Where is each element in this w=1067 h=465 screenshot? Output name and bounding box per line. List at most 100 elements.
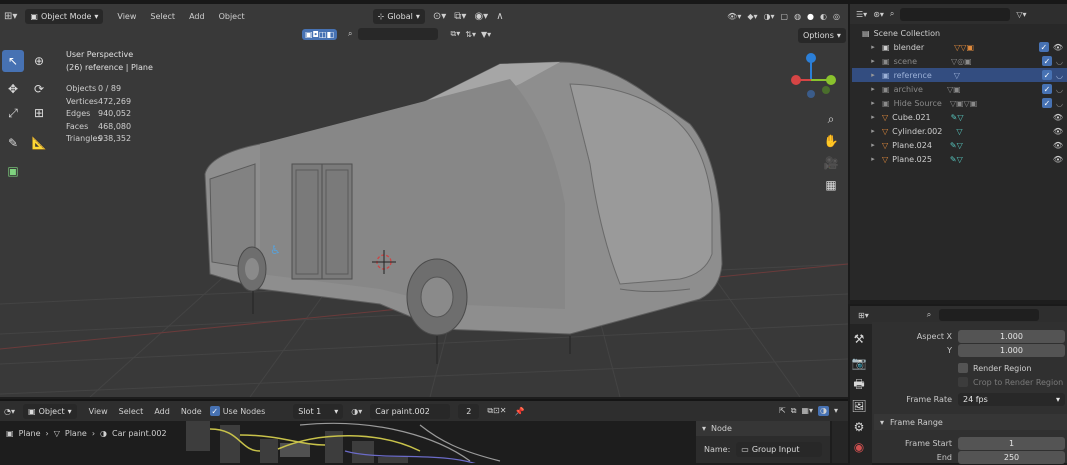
editor-type-icon[interactable]: ☰▾ <box>856 10 867 19</box>
orientation-dropdown[interactable]: ⊹ Global ▾ <box>372 8 425 24</box>
editor-type-icon[interactable]: ⊞▾ <box>4 11 17 22</box>
aspect-y-field[interactable]: 1.000 <box>958 344 1065 357</box>
eye-hidden-icon[interactable]: ◡ <box>1056 85 1063 94</box>
menu-view[interactable]: View <box>89 407 108 416</box>
collection-checkbox[interactable]: ✓ <box>1042 84 1053 94</box>
menu-select[interactable]: Select <box>119 407 144 416</box>
material-users-count[interactable]: 2 <box>458 403 480 419</box>
move-tool[interactable]: ✥ <box>2 78 24 100</box>
outliner-item-archive[interactable]: ▸ ▣ archive ▽▣ ✓ ◡ <box>852 82 1067 96</box>
collection-checkbox[interactable]: ✓ <box>1042 56 1053 66</box>
expand-icon[interactable]: ▸ <box>868 141 878 149</box>
menu-object[interactable]: Object <box>219 12 245 21</box>
expand-icon[interactable]: ▸ <box>868 127 878 135</box>
transform-tool[interactable]: ⊞ <box>28 102 50 124</box>
viewport-search-input[interactable] <box>357 28 438 40</box>
eye-hidden-icon[interactable]: ◡ <box>1056 71 1063 80</box>
node-graph[interactable] <box>180 421 680 463</box>
collection-checkbox[interactable]: ✓ <box>1042 98 1053 108</box>
expand-icon[interactable]: ▸ <box>868 71 878 79</box>
select-box-tool[interactable]: ↖ <box>2 50 24 72</box>
aspect-x-field[interactable]: 1.000 <box>958 330 1065 343</box>
snap-icon[interactable]: ⧉▾ <box>454 11 466 22</box>
grid-view-icon[interactable]: ▦ <box>820 174 842 196</box>
menu-add[interactable]: Add <box>154 407 170 416</box>
shading-solid-icon[interactable]: ● <box>807 12 814 21</box>
gizmo-icon[interactable]: ◆▾ <box>747 12 757 21</box>
outliner-item-scene[interactable]: ▸ ▣ scene ▽◎▣ ✓ ◡ <box>852 54 1067 68</box>
outliner-item-blender[interactable]: ▸ ▣ blender ▽▽▣ ✓ 👁 <box>852 40 1067 54</box>
material-browse-icon[interactable]: ◑▾ <box>351 407 362 416</box>
rotate-tool[interactable]: ⟳ <box>28 78 50 100</box>
add-cube-tool[interactable]: ▣ <box>2 160 24 182</box>
output-tab-icon[interactable]: 🖶 <box>850 376 868 394</box>
render-region-check[interactable] <box>958 363 968 373</box>
eye-icon[interactable]: 👁 <box>1053 141 1063 150</box>
frame-range-panel-header[interactable]: ▾ Frame Range <box>874 414 1067 430</box>
xray-icon[interactable]: ▢ <box>781 12 789 21</box>
outliner-item-plane-025[interactable]: ▸ ▽ Plane.025 ✎▽ 👁 <box>852 152 1067 166</box>
use-nodes-toggle[interactable]: ✓ Use Nodes <box>209 406 265 416</box>
shader-type-dropdown[interactable]: ▣ Object ▾ <box>23 403 77 419</box>
display-mode-icon[interactable]: ⊛▾ <box>873 10 884 19</box>
measure-tool[interactable]: 📐 <box>28 132 50 154</box>
menu-node[interactable]: Node <box>181 407 202 416</box>
menu-view[interactable]: View <box>117 12 136 21</box>
view-layer-tab-icon[interactable]: 🖼 <box>850 397 868 415</box>
outliner-item-plane-024[interactable]: ▸ ▽ Plane.024 ✎▽ 👁 <box>852 138 1067 152</box>
frame-start-field[interactable]: 1 <box>958 437 1065 450</box>
eye-icon[interactable]: 👁 <box>1053 155 1063 164</box>
options-dropdown[interactable]: Options ▾ <box>798 28 846 43</box>
proportional-edit-icon[interactable]: ◉▾ <box>474 11 488 22</box>
eye-icon[interactable]: 👁 <box>1053 113 1063 122</box>
crop-region-check[interactable] <box>958 377 968 387</box>
expand-icon[interactable]: ▸ <box>868 99 878 107</box>
outliner-item-reference[interactable]: ▸ ▣ reference ▽ ✓ ◡ <box>852 68 1067 82</box>
eye-icon[interactable]: 👁 <box>1053 127 1063 136</box>
shading-wire-icon[interactable]: ◍ <box>794 12 801 21</box>
tool-tab-icon[interactable]: ⚒ <box>850 330 868 348</box>
navigation-gizmo[interactable] <box>786 50 842 106</box>
eye-icon[interactable]: 👁 <box>1053 43 1063 52</box>
zoom-icon[interactable]: ⌕ <box>820 108 842 130</box>
expand-icon[interactable]: ▸ <box>868 113 878 121</box>
pin-icon[interactable]: 📌 <box>514 407 524 416</box>
properties-search-input[interactable] <box>939 309 1040 321</box>
expand-icon[interactable]: ▸ <box>868 57 878 65</box>
render-tab-icon[interactable]: 📷 <box>850 354 868 372</box>
sort-icon[interactable]: ⇅▾ <box>465 30 476 39</box>
menu-add[interactable]: Add <box>189 12 205 21</box>
node-panel-header[interactable]: ▾ Node <box>696 421 830 436</box>
expand-icon[interactable]: ▸ <box>868 155 878 163</box>
filter-icon[interactable]: ▽▾ <box>1016 10 1026 19</box>
node-name-field[interactable]: ▭ Group Input <box>736 442 823 457</box>
material-actions-icons[interactable]: ⧉⊡✕ <box>487 406 506 416</box>
editor-type-icon[interactable]: ◔▾ <box>4 407 15 416</box>
parent-node-icon[interactable]: ⇱ <box>779 406 786 416</box>
falloff-icon[interactable]: ∧ <box>496 11 503 22</box>
frame-rate-dropdown[interactable]: 24 fps ▾ <box>958 393 1065 406</box>
outliner-item-cube[interactable]: ▸ ▽ Cube.021 ✎▽ 👁 <box>852 110 1067 124</box>
shading-render-icon[interactable]: ◎ <box>833 12 840 21</box>
backdrop-icon[interactable]: ▦▾ <box>801 406 813 416</box>
3d-viewport[interactable]: ♿ ⊞▾ ▣ Object Mode ▾ View Select Add Objec… <box>0 4 848 397</box>
layers-icon[interactable]: ⧉▾ <box>451 29 461 39</box>
frame-end-field[interactable]: 250 <box>958 451 1065 464</box>
shader-editor[interactable]: ◔▾ ▣ Object ▾ View Select Add Node ✓ Use No… <box>0 399 848 463</box>
slot-dropdown[interactable]: Slot 1 ▾ <box>293 403 344 419</box>
outliner-item-cylinder[interactable]: ▸ ▽ Cylinder.002 ▽ 👁 <box>852 124 1067 138</box>
editor-type-icon[interactable]: ⊞▾ <box>858 311 869 320</box>
overlay-icon[interactable]: ◑▾ <box>764 12 775 21</box>
scale-tool[interactable]: ⤢ <box>2 102 24 124</box>
eye-hidden-icon[interactable]: ◡ <box>1056 99 1063 108</box>
pan-hand-icon[interactable]: ✋ <box>820 130 842 152</box>
material-name-field[interactable]: Car paint.002 <box>370 403 451 419</box>
world-tab-icon[interactable]: ◉ <box>850 438 868 456</box>
expand-icon[interactable]: ▸ <box>868 85 878 93</box>
collection-checkbox[interactable]: ✓ <box>1038 42 1049 52</box>
filter-icon[interactable]: ▼▾ <box>481 30 491 39</box>
scene-tab-icon[interactable]: ⚙ <box>850 418 868 436</box>
chevron-down-icon[interactable]: ▾ <box>834 406 838 416</box>
camera-icon[interactable]: 🎥 <box>820 152 842 174</box>
pivot-icon[interactable]: ⊙▾ <box>433 11 446 22</box>
